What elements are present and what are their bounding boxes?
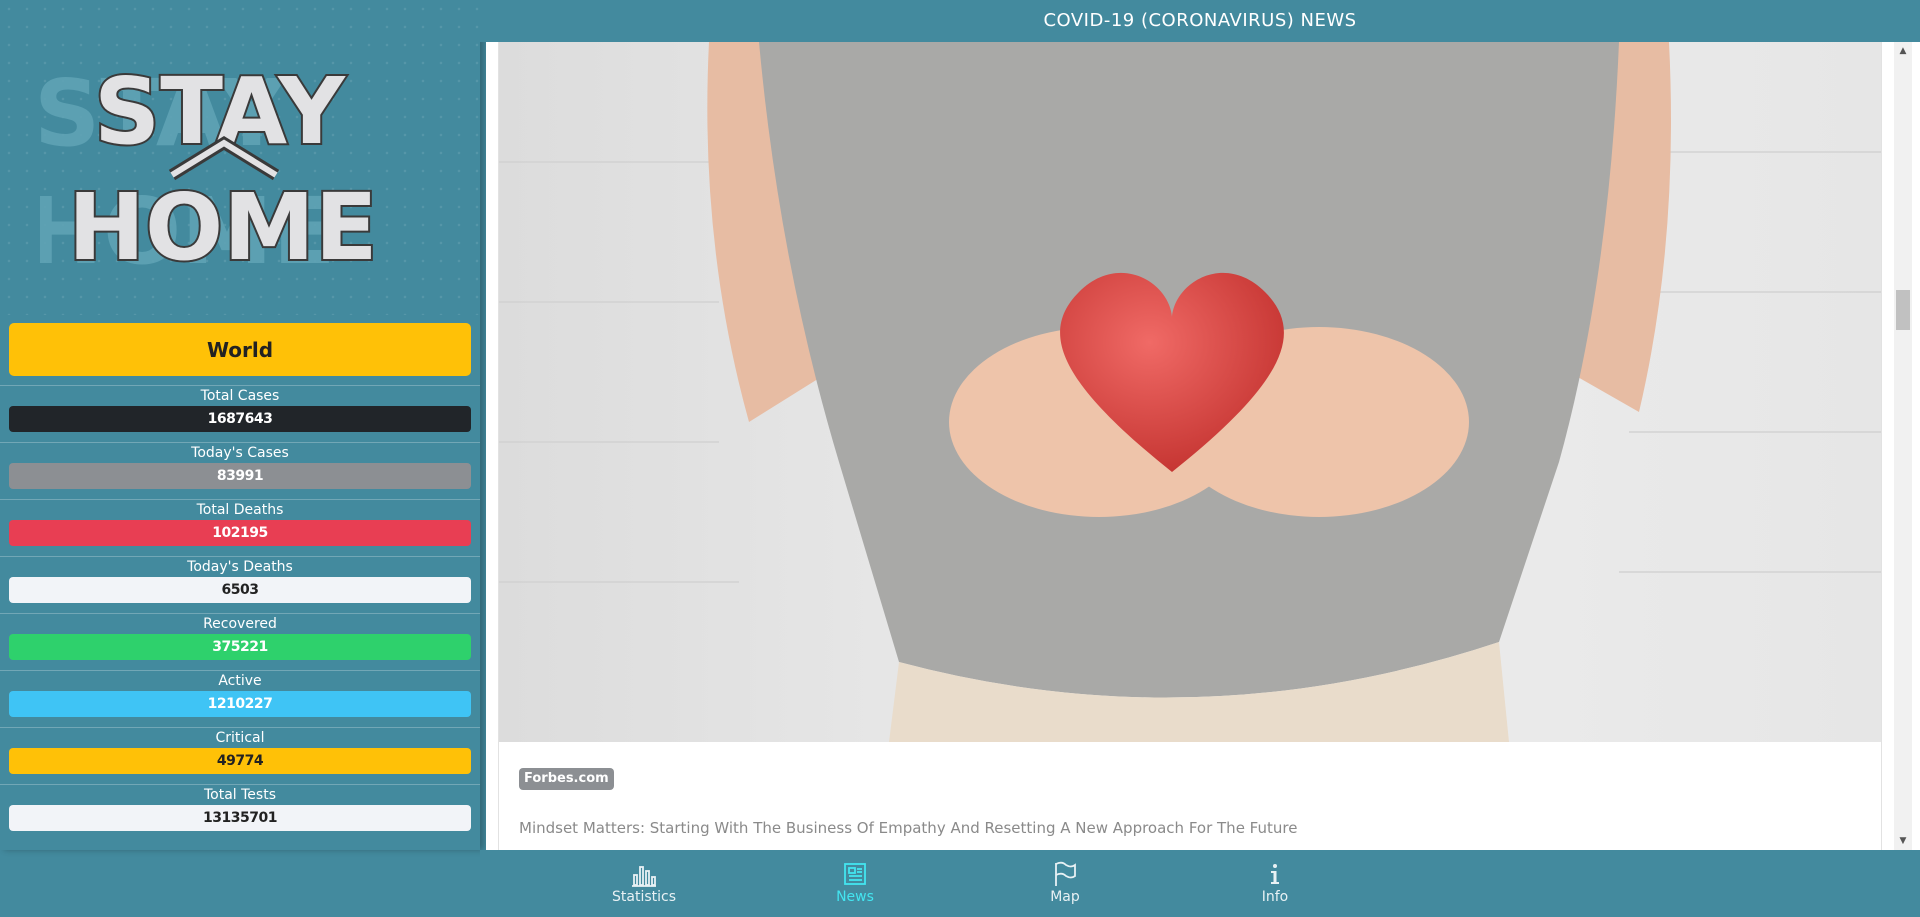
world-button[interactable]: World	[9, 323, 471, 376]
stat-todays-cases: Today's Cases 83991	[0, 442, 480, 500]
stat-value: 1687643	[9, 406, 471, 432]
newspaper-icon	[844, 863, 866, 885]
stat-value: 49774	[9, 748, 471, 774]
stat-label: Total Tests	[203, 787, 276, 803]
stat-total-cases: Total Cases 1687643	[0, 385, 480, 443]
flag-icon	[1055, 861, 1076, 886]
stat-value: 102195	[9, 520, 471, 546]
stay-home-logo-graphic: STAY HOME STAY HOME	[40, 56, 380, 285]
nav-info[interactable]: Info	[1215, 850, 1335, 917]
stay-home-logo: STAY HOME STAY HOME	[0, 0, 480, 315]
info-icon	[1271, 864, 1279, 884]
bottom-nav: Statistics News Map Info	[480, 850, 1920, 917]
news-card[interactable]: Forbes.com Mindset Matters: Starting Wit…	[498, 42, 1882, 850]
stat-label: Today's Cases	[191, 445, 289, 461]
scroll-up-arrow-icon[interactable]: ▲	[1894, 42, 1912, 60]
stat-label: Active	[218, 673, 262, 689]
stat-value: 6503	[9, 577, 471, 603]
news-feed[interactable]: Forbes.com Mindset Matters: Starting Wit…	[486, 42, 1920, 850]
bar-chart-icon	[632, 866, 656, 887]
sidebar: STAY HOME STAY HOME World Total Cases 16…	[0, 0, 480, 850]
stat-todays-deaths: Today's Deaths 6503	[0, 556, 480, 614]
stat-critical: Critical 49774	[0, 727, 480, 785]
nav-news[interactable]: News	[795, 850, 915, 917]
nav-label: News	[836, 889, 874, 905]
stat-label: Recovered	[203, 616, 277, 632]
scroll-down-arrow-icon[interactable]: ▼	[1894, 832, 1912, 850]
nav-statistics[interactable]: Statistics	[584, 850, 704, 917]
news-title[interactable]: Mindset Matters: Starting With The Busin…	[519, 819, 1297, 837]
stat-label: Total Cases	[200, 388, 280, 404]
page-title: COVID-19 (CORONAVIRUS) NEWS	[480, 0, 1920, 42]
stat-label: Critical	[215, 730, 265, 746]
stat-total-deaths: Total Deaths 102195	[0, 499, 480, 557]
news-image[interactable]	[499, 42, 1881, 742]
stat-total-tests: Total Tests 13135701	[0, 784, 480, 842]
nav-map[interactable]: Map	[1005, 850, 1125, 917]
stat-label: Today's Deaths	[187, 559, 293, 575]
stat-recovered: Recovered 375221	[0, 613, 480, 671]
nav-label: Info	[1261, 889, 1289, 905]
scrollbar[interactable]: ▲ ▼	[1894, 42, 1912, 850]
stat-value: 1210227	[9, 691, 471, 717]
nav-label: Map	[1050, 889, 1080, 905]
stat-value: 83991	[9, 463, 471, 489]
stat-value: 375221	[9, 634, 471, 660]
stat-label: Total Deaths	[196, 502, 284, 518]
logo-word-home: HOME	[68, 174, 378, 281]
stat-active: Active 1210227	[0, 670, 480, 728]
news-source-badge: Forbes.com	[519, 768, 614, 790]
stat-value: 13135701	[9, 805, 471, 831]
scroll-thumb[interactable]	[1896, 290, 1910, 330]
nav-label: Statistics	[612, 889, 676, 905]
